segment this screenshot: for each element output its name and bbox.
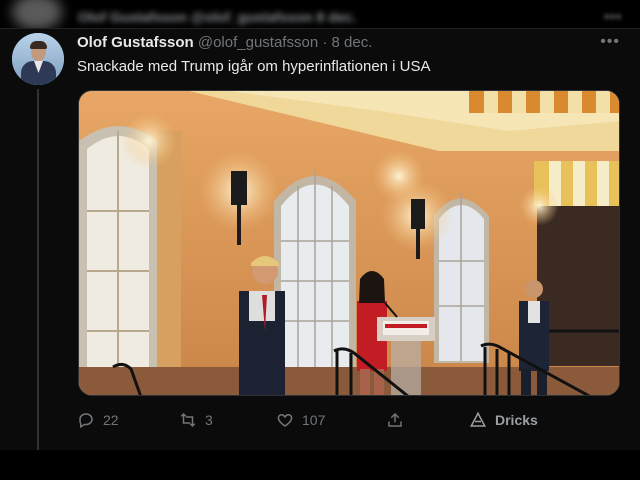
retweet-action[interactable]: 3 xyxy=(179,411,213,429)
share-icon xyxy=(388,412,402,427)
separator-dot: · xyxy=(322,34,328,51)
bottom-strip xyxy=(0,450,640,480)
previous-author-handle: @olof_gustafsson xyxy=(190,9,313,25)
thread-line xyxy=(37,89,39,451)
heart-icon xyxy=(277,413,293,427)
retweet-icon xyxy=(180,412,196,428)
retweet-count: 3 xyxy=(205,412,213,428)
reply-icon xyxy=(79,413,93,429)
like-count: 107 xyxy=(302,412,326,428)
tip-icon xyxy=(470,411,486,427)
tip-action[interactable]: Dricks xyxy=(469,411,538,429)
author-name[interactable]: Olof Gustafsson xyxy=(77,34,194,51)
previous-tweet-strip: Olof Gustafsson @olof_gustafsson 8 dec. … xyxy=(0,0,640,30)
previous-more-icon: ••• xyxy=(604,8,622,24)
previous-avatar xyxy=(12,0,62,30)
tweet-text: Snackade med Trump igår om hyperinflatio… xyxy=(77,58,431,75)
author-avatar[interactable] xyxy=(12,33,64,85)
photo-scene xyxy=(79,91,619,395)
previous-tweet-header: Olof Gustafsson @olof_gustafsson 8 dec. xyxy=(78,9,356,25)
like-action[interactable]: 107 xyxy=(276,411,325,429)
reply-count: 22 xyxy=(103,412,119,428)
previous-tweet-date: 8 dec. xyxy=(316,9,357,25)
share-action[interactable] xyxy=(386,411,404,429)
tweet-card[interactable]: Olof Gustafsson @olof_gustafsson · 8 dec… xyxy=(0,28,640,451)
author-handle[interactable]: @olof_gustafsson xyxy=(198,34,318,51)
tip-label: Dricks xyxy=(495,412,538,428)
tweet-date[interactable]: 8 dec. xyxy=(332,34,373,51)
more-horizontal-icon[interactable]: ••• xyxy=(600,33,620,51)
reply-action[interactable]: 22 xyxy=(77,411,119,429)
tweet-header: Olof Gustafsson @olof_gustafsson · 8 dec… xyxy=(77,34,372,51)
tweet-actions: 22 3 107 Dricks xyxy=(77,411,620,433)
previous-author-name: Olof Gustafsson xyxy=(78,9,187,25)
tweet-media-photo[interactable] xyxy=(78,90,620,396)
